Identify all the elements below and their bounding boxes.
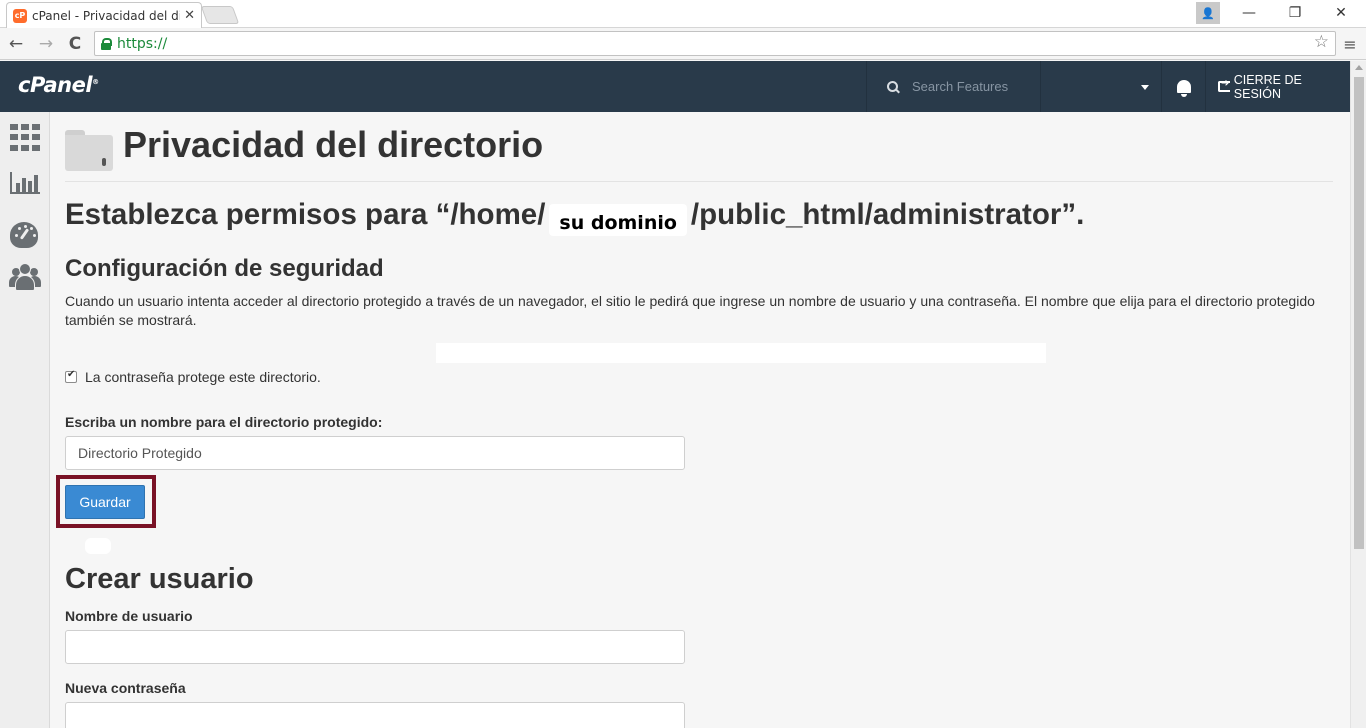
cpanel-logo[interactable]: cPanel® — [18, 73, 99, 97]
tab-title: cPanel - Privacidad del dir — [32, 8, 181, 23]
cpanel-header: cPanel® CIERRE DE SESIÓN — [0, 61, 1350, 112]
url-text: https:// — [117, 35, 168, 52]
dir-name-label: Escriba un nombre para el directorio pro… — [65, 414, 383, 430]
browser-menu-icon[interactable]: ≡ — [1340, 32, 1360, 56]
page-scrollbar[interactable] — [1350, 61, 1366, 728]
search-icon — [887, 80, 899, 93]
stats-icon[interactable] — [9, 168, 41, 198]
reload-icon[interactable]: C — [63, 32, 87, 56]
save-button[interactable]: Guardar — [65, 485, 145, 519]
cpanel-favicon-icon: cP — [13, 8, 27, 23]
create-user-title: Crear usuario — [65, 563, 254, 595]
scroll-thumb[interactable] — [1354, 77, 1364, 549]
bookmark-star-icon[interactable]: ☆ — [1314, 32, 1329, 52]
dir-name-input[interactable] — [65, 436, 685, 470]
user-menu[interactable] — [1041, 61, 1162, 112]
page-title: Privacidad del directorio — [123, 124, 544, 165]
main-content: Privacidad del directorio Establezca per… — [56, 112, 1333, 728]
lock-icon — [101, 37, 112, 50]
new-password-input[interactable] — [65, 702, 685, 728]
permissions-heading: Establezca permisos para “/home/su domin… — [65, 198, 1085, 236]
notifications-bell-icon[interactable] — [1162, 61, 1206, 112]
close-window-button[interactable]: ✕ — [1330, 2, 1352, 24]
perm-suffix: ”. — [1061, 198, 1085, 231]
browser-tab-bar: cP cPanel - Privacidad del dir ✕ 👤 — ❐ ✕ — [0, 0, 1366, 28]
page-header: Privacidad del directorio — [65, 124, 1333, 182]
grid-icon[interactable] — [9, 122, 41, 152]
browser-toolbar: ← → C https:// ☆ ≡ — [0, 28, 1366, 60]
folder-lock-icon — [65, 130, 113, 171]
logo-mark: ® — [92, 78, 99, 86]
sidebar — [0, 112, 50, 728]
protect-directory-row[interactable]: La contraseña protege este directorio. — [65, 369, 321, 385]
search-input[interactable] — [912, 79, 1022, 94]
logout-label: CIERRE DE SESIÓN — [1233, 72, 1302, 101]
minimize-button[interactable]: — — [1238, 2, 1260, 24]
back-icon[interactable]: ← — [4, 32, 28, 56]
browser-tab[interactable]: cP cPanel - Privacidad del dir ✕ — [6, 2, 202, 28]
protect-directory-label: La contraseña protege este directorio. — [85, 369, 321, 385]
logout-icon — [1218, 78, 1230, 92]
protect-directory-checkbox[interactable] — [65, 369, 77, 383]
perm-prefix: Establezca permisos para “ — [65, 198, 451, 231]
perm-path-start: /home/ — [450, 198, 546, 231]
security-description: Cuando un usuario intenta acceder al dir… — [65, 293, 1315, 328]
perm-path-end: /public_html/administrator — [690, 198, 1062, 231]
security-settings-title: Configuración de seguridad — [65, 255, 384, 282]
username-label: Nombre de usuario — [65, 608, 193, 624]
logo-text: cPanel — [18, 73, 93, 97]
username-input[interactable] — [65, 630, 685, 664]
gauge-icon[interactable] — [9, 220, 41, 250]
users-icon[interactable] — [9, 262, 41, 292]
tab-close-icon[interactable]: ✕ — [184, 8, 195, 23]
redaction-strip — [436, 343, 1046, 363]
domain-placeholder: su dominio — [549, 204, 687, 236]
address-bar[interactable]: https:// ☆ — [94, 31, 1336, 56]
new-password-label: Nueva contraseña — [65, 680, 186, 696]
restore-button[interactable]: ❐ — [1284, 2, 1306, 24]
profile-icon[interactable]: 👤 — [1196, 2, 1220, 24]
search-features — [866, 61, 1041, 112]
logout-button[interactable]: CIERRE DE SESIÓN — [1218, 61, 1350, 112]
forward-icon[interactable]: → — [34, 32, 58, 56]
caret-down-icon — [1141, 85, 1149, 90]
scroll-up-icon[interactable] — [1355, 65, 1363, 70]
redaction-blob — [85, 538, 111, 554]
new-tab-button[interactable] — [200, 6, 240, 24]
